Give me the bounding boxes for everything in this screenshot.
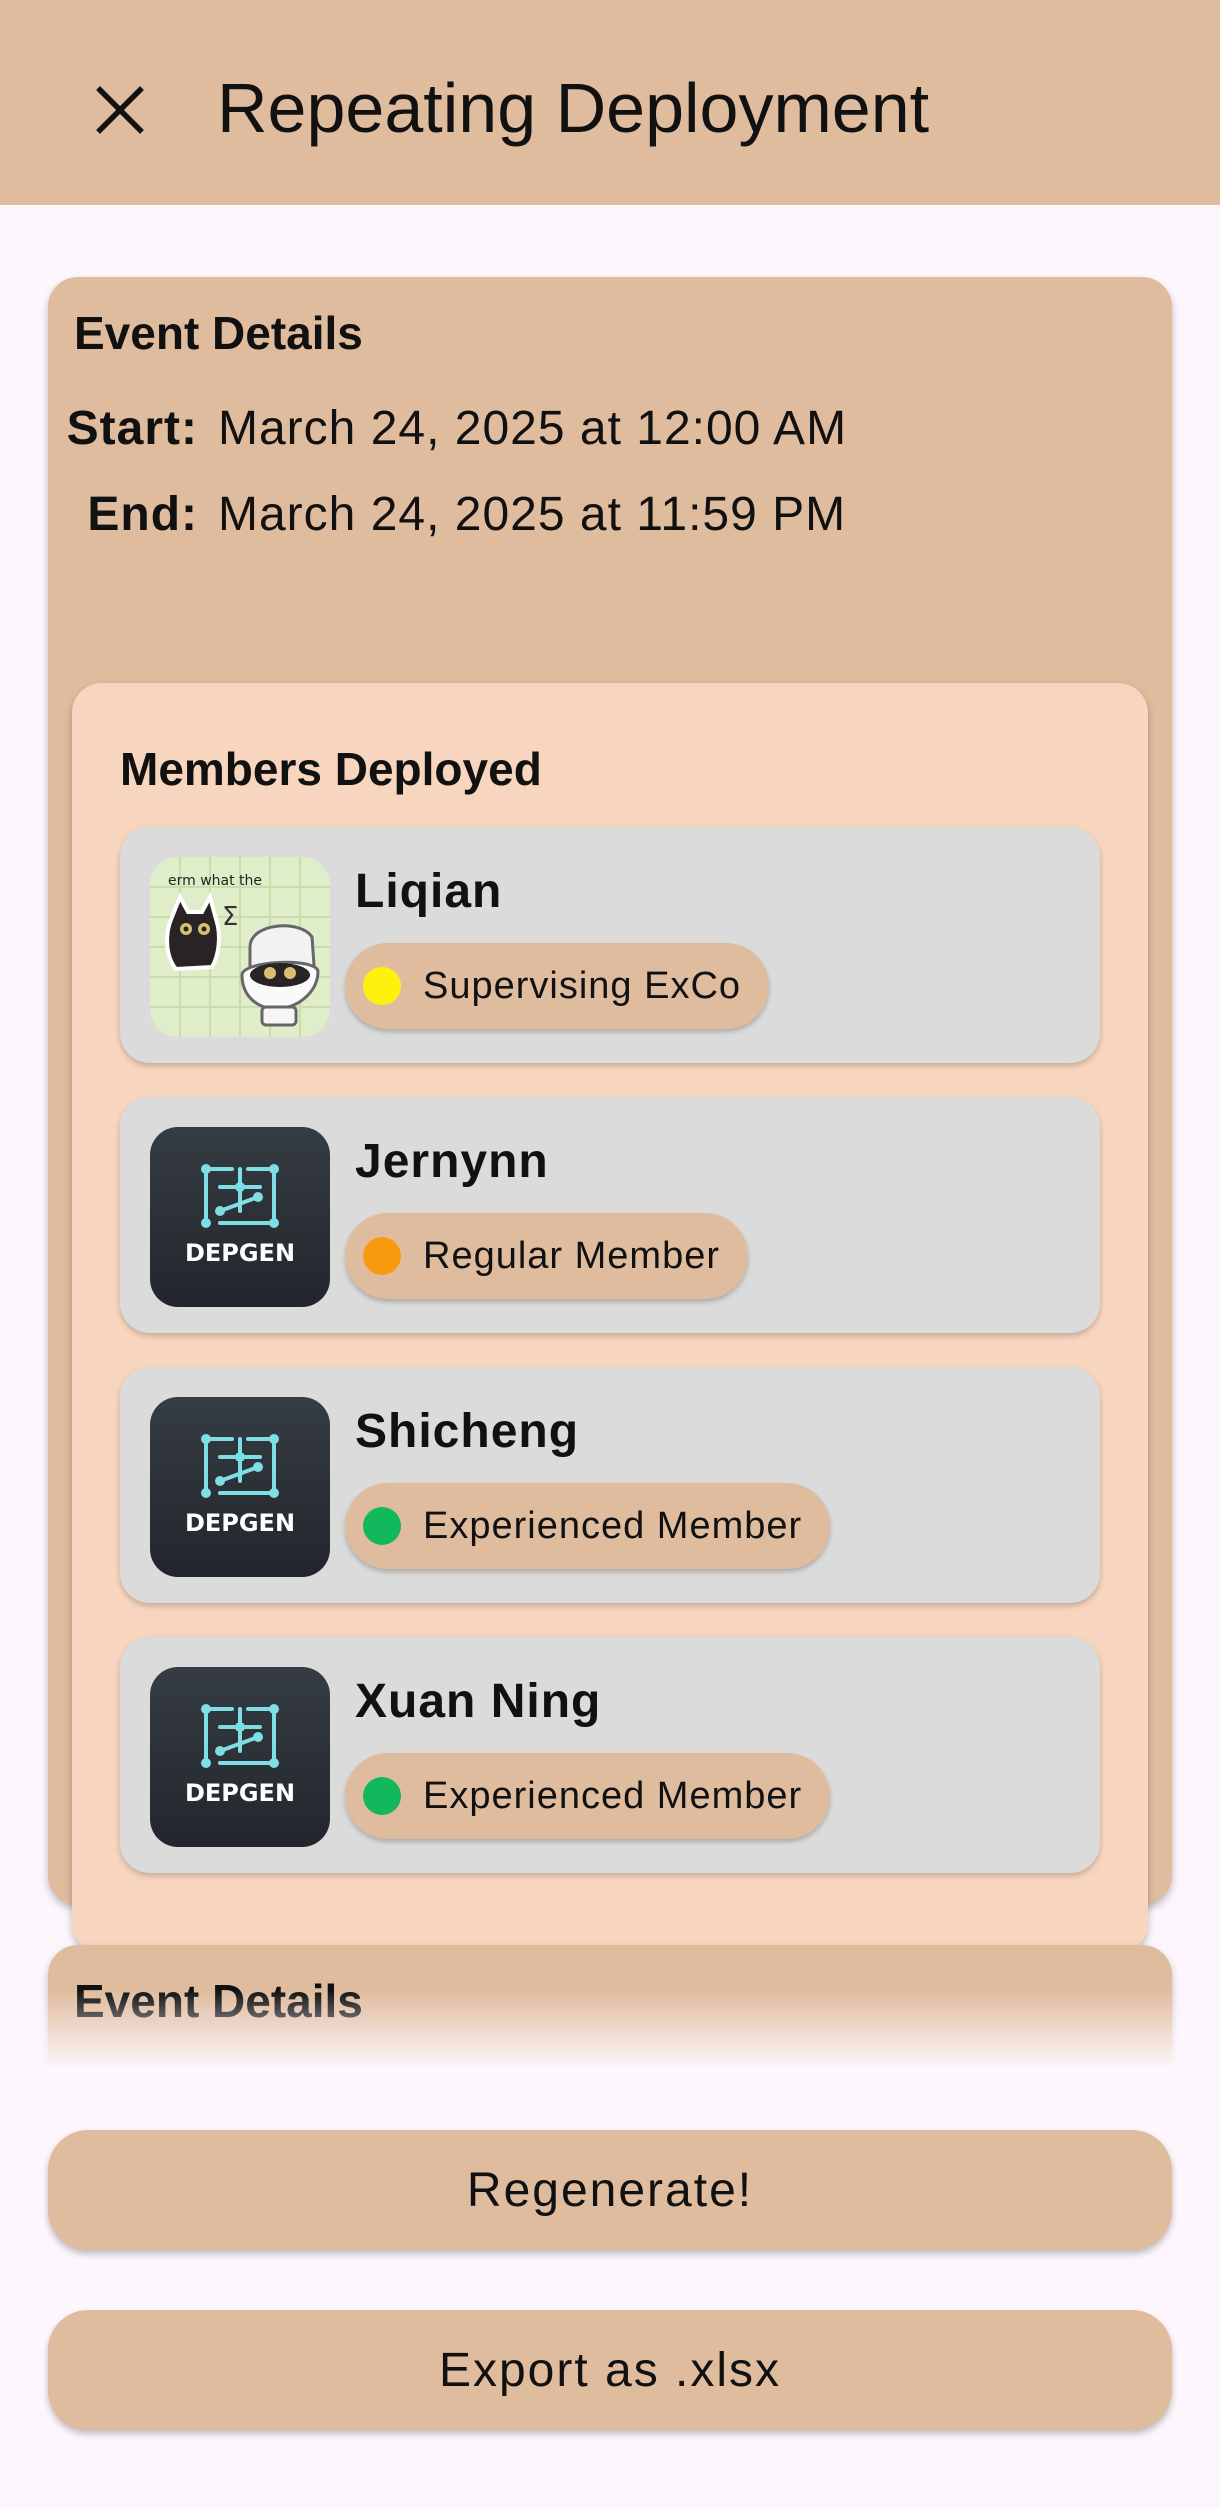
member-name: Liqian <box>355 865 503 918</box>
avatar: DEPGEN <box>150 1127 330 1307</box>
depgen-logo-icon: DEPGEN <box>150 1397 330 1577</box>
page-title: Repeating Deployment <box>217 69 930 147</box>
role-status-dot <box>363 1237 401 1275</box>
end-label: End: <box>87 488 198 541</box>
scroll-fade-top <box>0 205 1220 265</box>
members-deployed-heading: Members Deployed <box>120 743 542 795</box>
start-label: Start: <box>66 402 198 455</box>
role-label: Experienced Member <box>423 1505 803 1547</box>
role-status-dot <box>363 967 401 1005</box>
member-row[interactable]: erm what the Σ Liqian Supervising ExCo <box>120 827 1100 1063</box>
cat-sticker-icon: erm what the Σ <box>150 857 330 1037</box>
member-row[interactable]: DEPGEN Xuan Ning Experienced Member <box>120 1637 1100 1873</box>
event-card: Event Details Start: March 24, 2025 at 1… <box>48 277 1172 1953</box>
member-row[interactable]: DEPGEN Shicheng Experienced Member <box>120 1367 1100 1603</box>
avatar-caption: DEPGEN <box>185 1509 295 1537</box>
end-value: March 24, 2025 at 11:59 PM <box>218 488 847 541</box>
role-label: Supervising ExCo <box>423 965 742 1007</box>
avatar-caption: DEPGEN <box>185 1239 295 1267</box>
depgen-logo-icon: DEPGEN <box>150 1667 330 1847</box>
regenerate-button[interactable]: Regenerate! <box>48 2130 1172 2250</box>
member-name: Shicheng <box>355 1405 580 1458</box>
event-details-heading: Event Details <box>74 1975 363 2027</box>
deployment-list[interactable]: Event Details Start: March 24, 2025 at 1… <box>0 205 1220 2070</box>
end-row: End: March 24, 2025 at 11:59 PM <box>48 485 1172 545</box>
close-icon <box>96 86 144 134</box>
role-status-dot <box>363 1507 401 1545</box>
start-value: March 24, 2025 at 12:00 AM <box>218 402 848 455</box>
depgen-logo-icon: DEPGEN <box>150 1127 330 1307</box>
avatar-caption: erm what the <box>168 873 262 889</box>
member-row[interactable]: DEPGEN Jernynn Regular Member <box>120 1097 1100 1333</box>
role-chip: Experienced Member <box>345 1483 831 1569</box>
member-name: Xuan Ning <box>355 1675 602 1728</box>
role-status-dot <box>363 1777 401 1815</box>
role-chip: Supervising ExCo <box>345 943 770 1029</box>
member-name: Jernynn <box>355 1135 549 1188</box>
svg-text:Σ: Σ <box>222 902 238 932</box>
avatar: erm what the Σ <box>150 857 330 1037</box>
role-label: Regular Member <box>423 1235 720 1277</box>
avatar: DEPGEN <box>150 1397 330 1577</box>
avatar-caption: DEPGEN <box>185 1779 295 1807</box>
avatar: DEPGEN <box>150 1667 330 1847</box>
role-label: Experienced Member <box>423 1775 803 1817</box>
app-bar: Repeating Deployment <box>0 0 1220 205</box>
role-chip: Regular Member <box>345 1213 748 1299</box>
event-details-heading: Event Details <box>74 307 363 359</box>
start-row: Start: March 24, 2025 at 12:00 AM <box>48 399 1172 459</box>
members-deployed-panel: Members Deployed erm what the Σ Liqian S… <box>72 683 1148 1953</box>
role-chip: Experienced Member <box>345 1753 831 1839</box>
close-button[interactable] <box>72 62 168 158</box>
event-card: Event Details <box>48 1945 1172 2070</box>
export-xlsx-button[interactable]: Export as .xlsx <box>48 2310 1172 2430</box>
